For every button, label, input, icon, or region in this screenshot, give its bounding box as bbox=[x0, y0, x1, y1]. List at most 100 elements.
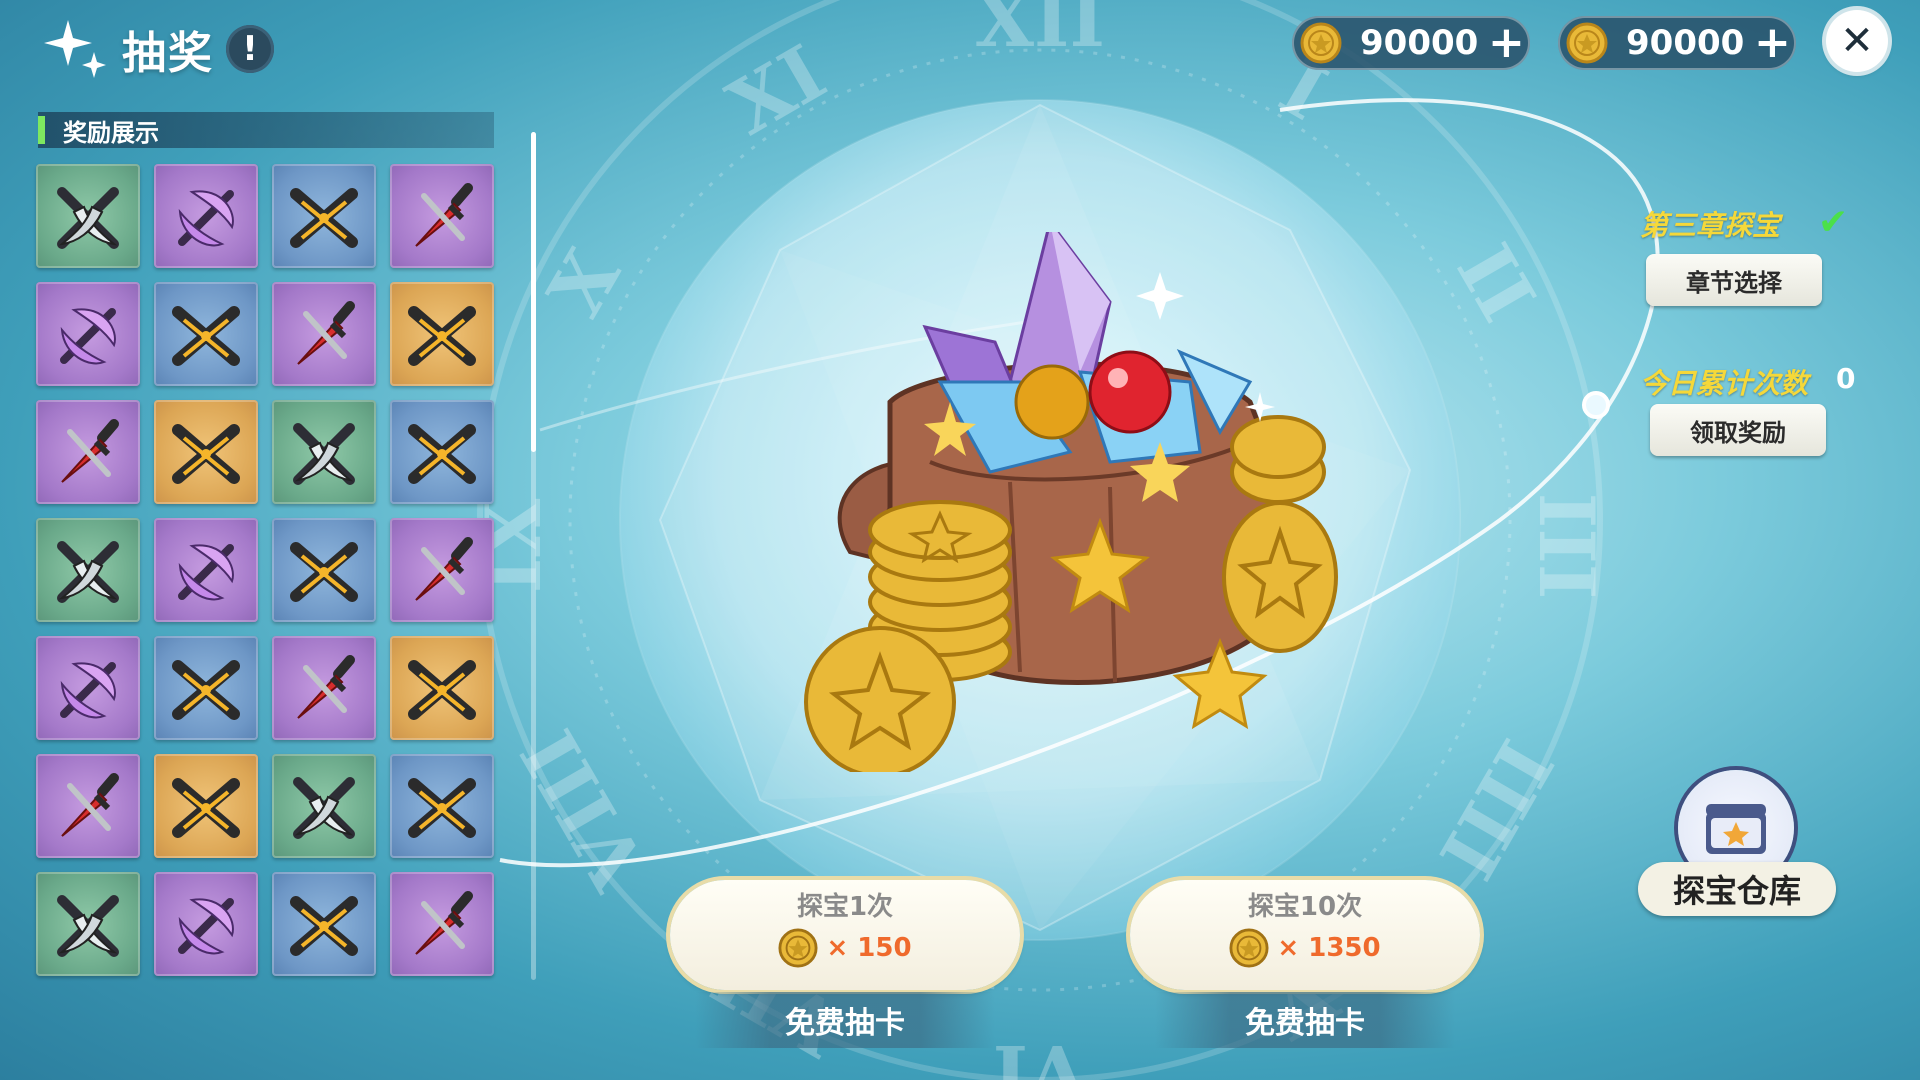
green-twin-blades-icon bbox=[293, 777, 355, 839]
green-twin-blades-icon bbox=[57, 895, 119, 957]
blue-flame-swords-icon bbox=[290, 188, 358, 248]
reward-item-purple-red-dagger[interactable] bbox=[36, 400, 140, 504]
scrollbar-thumb[interactable] bbox=[531, 132, 536, 452]
header: 抽奖 ! bbox=[40, 14, 274, 84]
blue-flame-swords-icon bbox=[290, 896, 358, 956]
purple-red-dagger-icon bbox=[61, 419, 119, 483]
close-button[interactable]: ✕ bbox=[1826, 10, 1888, 72]
gold-coin-icon bbox=[1229, 928, 1269, 968]
currency-gold-1: 90000 + bbox=[1292, 16, 1530, 70]
reward-item-purple-twin-scythes[interactable] bbox=[154, 872, 258, 976]
draw-once-cost: × 150 bbox=[670, 928, 1020, 968]
treasure-bag-image bbox=[804, 232, 1338, 772]
clock-numeral: VI bbox=[993, 1028, 1089, 1080]
blue-flame-swords-icon bbox=[290, 542, 358, 602]
reward-item-green-twin-blades[interactable] bbox=[36, 164, 140, 268]
draw-ten-button[interactable]: 探宝10次 × 1350 bbox=[1130, 880, 1480, 990]
blue-flame-swords-icon bbox=[172, 660, 240, 720]
orange-flame-swords-icon bbox=[408, 306, 476, 366]
daily-count-label: 今日累计次数 bbox=[1640, 367, 1809, 400]
green-twin-blades-icon bbox=[293, 423, 355, 485]
currency-amount: 90000 bbox=[1626, 23, 1745, 63]
accent-bar bbox=[38, 116, 45, 144]
claim-reward-button[interactable]: 领取奖励 bbox=[1650, 404, 1826, 456]
blue-flame-swords-icon bbox=[172, 306, 240, 366]
reward-item-purple-red-dagger[interactable] bbox=[390, 164, 494, 268]
reward-item-purple-twin-scythes[interactable] bbox=[154, 518, 258, 622]
warehouse-label: 探宝仓库 bbox=[1638, 862, 1836, 916]
reward-item-purple-red-dagger[interactable] bbox=[36, 754, 140, 858]
purple-twin-scythes-icon bbox=[60, 308, 116, 365]
gold-coin-icon bbox=[1300, 22, 1342, 64]
reward-item-purple-red-dagger[interactable] bbox=[272, 636, 376, 740]
reward-item-purple-twin-scythes[interactable] bbox=[36, 636, 140, 740]
page-title: 抽奖 bbox=[122, 28, 214, 79]
green-twin-blades-icon bbox=[57, 187, 119, 249]
orange-flame-swords-icon bbox=[172, 778, 240, 838]
reward-item-purple-red-dagger[interactable] bbox=[272, 282, 376, 386]
reward-item-orange-flame-swords[interactable] bbox=[154, 400, 258, 504]
draw-once-button[interactable]: 探宝1次 × 150 bbox=[670, 880, 1020, 990]
purple-red-dagger-icon bbox=[415, 537, 473, 601]
reward-scrollbar[interactable] bbox=[531, 132, 536, 980]
reward-item-blue-flame-swords[interactable] bbox=[154, 282, 258, 386]
reward-item-purple-red-dagger[interactable] bbox=[390, 518, 494, 622]
reward-display-header: 奖励展示 bbox=[38, 112, 494, 148]
purple-red-dagger-icon bbox=[297, 301, 355, 365]
chapter-label: 第三章探宝 bbox=[1640, 209, 1781, 242]
purple-twin-scythes-icon bbox=[178, 898, 234, 955]
reward-item-blue-flame-swords[interactable] bbox=[390, 754, 494, 858]
draw-once-label: 探宝1次 bbox=[796, 892, 894, 922]
green-twin-blades-icon bbox=[57, 541, 119, 603]
gold-coin-icon bbox=[778, 928, 818, 968]
currency-amount: 90000 bbox=[1360, 23, 1479, 63]
exclamation-icon[interactable]: ! bbox=[226, 25, 274, 73]
free-draw-button-1[interactable]: 免费抽卡 bbox=[695, 992, 995, 1048]
reward-item-blue-flame-swords[interactable] bbox=[272, 518, 376, 622]
purple-red-dagger-icon bbox=[61, 773, 119, 837]
free-draw-button-2[interactable]: 免费抽卡 bbox=[1155, 992, 1455, 1048]
checkmark-icon: ✔ bbox=[1818, 202, 1849, 243]
reward-item-blue-flame-swords[interactable] bbox=[272, 872, 376, 976]
reward-item-orange-flame-swords[interactable] bbox=[154, 754, 258, 858]
purple-twin-scythes-icon bbox=[178, 190, 234, 247]
reward-item-purple-twin-scythes[interactable] bbox=[154, 164, 258, 268]
reward-item-purple-red-dagger[interactable] bbox=[390, 872, 494, 976]
blue-flame-swords-icon bbox=[408, 424, 476, 484]
reward-item-orange-flame-swords[interactable] bbox=[390, 636, 494, 740]
reward-item-green-twin-blades[interactable] bbox=[272, 400, 376, 504]
purple-red-dagger-icon bbox=[297, 655, 355, 719]
clock-numeral: II bbox=[1440, 230, 1553, 336]
purple-red-dagger-icon bbox=[415, 183, 473, 247]
clock-numeral: XI bbox=[714, 28, 840, 152]
treasure-warehouse-button[interactable]: 探宝仓库 bbox=[1638, 770, 1836, 916]
sparkle-icon bbox=[44, 20, 106, 78]
blue-flame-swords-icon bbox=[408, 778, 476, 838]
purple-red-dagger-icon bbox=[415, 891, 473, 955]
add-currency-button[interactable]: + bbox=[1488, 21, 1525, 65]
reward-item-blue-flame-swords[interactable] bbox=[154, 636, 258, 740]
daily-count-value: 0 bbox=[1836, 362, 1856, 395]
add-currency-button[interactable]: + bbox=[1754, 21, 1791, 65]
reward-item-blue-flame-swords[interactable] bbox=[390, 400, 494, 504]
orange-flame-swords-icon bbox=[172, 424, 240, 484]
clock-numeral: XII bbox=[975, 0, 1105, 64]
purple-twin-scythes-icon bbox=[178, 544, 234, 601]
reward-display-title: 奖励展示 bbox=[63, 118, 159, 147]
reward-item-purple-twin-scythes[interactable] bbox=[36, 282, 140, 386]
currency-gold-2: 90000 + bbox=[1558, 16, 1796, 70]
reward-grid bbox=[36, 164, 494, 976]
reward-item-blue-flame-swords[interactable] bbox=[272, 164, 376, 268]
clock-numeral: III bbox=[1522, 493, 1611, 600]
draw-ten-cost: × 1350 bbox=[1130, 928, 1480, 968]
chapter-select-button[interactable]: 章节选择 bbox=[1646, 254, 1822, 306]
gold-coin-icon bbox=[1566, 22, 1608, 64]
draw-ten-label: 探宝10次 bbox=[1247, 892, 1363, 922]
reward-item-green-twin-blades[interactable] bbox=[272, 754, 376, 858]
reward-item-green-twin-blades[interactable] bbox=[36, 872, 140, 976]
orange-flame-swords-icon bbox=[408, 660, 476, 720]
purple-twin-scythes-icon bbox=[60, 662, 116, 719]
draw-ten-cost-value: × 1350 bbox=[1277, 933, 1381, 963]
reward-item-green-twin-blades[interactable] bbox=[36, 518, 140, 622]
reward-item-orange-flame-swords[interactable] bbox=[390, 282, 494, 386]
